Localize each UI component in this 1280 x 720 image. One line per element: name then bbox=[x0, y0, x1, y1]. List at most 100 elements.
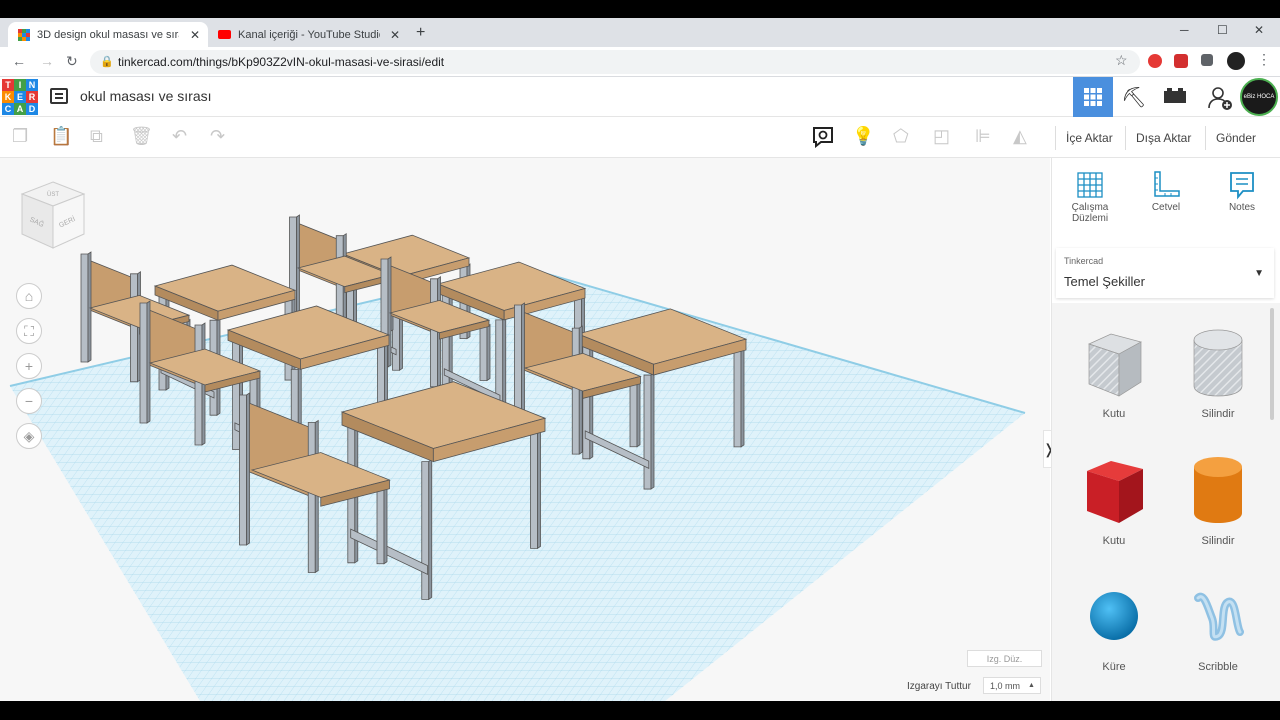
bench-leg[interactable] bbox=[629, 383, 638, 448]
pdf-extension-icon[interactable] bbox=[1174, 54, 1188, 68]
redo-icon[interactable]: ↷ bbox=[210, 126, 225, 147]
bench-post[interactable] bbox=[194, 324, 203, 446]
close-icon[interactable]: ✕ bbox=[190, 28, 200, 42]
align-icon[interactable]: ⊫ bbox=[975, 126, 991, 147]
bench-leg[interactable] bbox=[376, 488, 385, 565]
bench-post[interactable] bbox=[387, 256, 392, 368]
dropdown-caret-icon: ▼ bbox=[1254, 268, 1264, 279]
copy-icon[interactable]: ❐ bbox=[12, 126, 28, 147]
profile-icon[interactable] bbox=[1227, 52, 1245, 70]
extensions-puzzle-icon[interactable] bbox=[1201, 54, 1213, 66]
browser-tab-youtube[interactable]: Kanal içeriği - YouTube Studio ✕ bbox=[208, 22, 408, 47]
zoom-in-icon[interactable]: + bbox=[16, 353, 42, 379]
bench-post[interactable] bbox=[130, 273, 138, 383]
url-text: tinkercad.com/things/bKp903Z2vIN-okul-ma… bbox=[118, 55, 445, 69]
desk-leg[interactable] bbox=[733, 349, 742, 448]
home-view-icon[interactable]: ⌂ bbox=[16, 283, 42, 309]
send-button[interactable]: Gönder bbox=[1205, 126, 1266, 150]
bricks-icon[interactable] bbox=[1163, 85, 1187, 111]
shape-box[interactable]: Kutu bbox=[1064, 445, 1164, 547]
logo-letter: T bbox=[2, 79, 14, 91]
lightbulb-icon[interactable]: 💡 bbox=[852, 126, 874, 147]
bench-post[interactable] bbox=[146, 300, 151, 424]
desk-leg[interactable] bbox=[232, 339, 241, 451]
bench-post[interactable] bbox=[571, 327, 580, 455]
bench-leg[interactable] bbox=[479, 326, 488, 381]
duplicate-icon[interactable]: ⧉ bbox=[90, 126, 103, 147]
notes-tool[interactable]: Notes bbox=[1212, 168, 1272, 213]
ungroup-icon[interactable]: ◰ bbox=[933, 126, 950, 147]
edit-grid-button[interactable]: Izg. Düz. bbox=[967, 650, 1042, 667]
desk-leg[interactable] bbox=[643, 374, 652, 490]
bench-post[interactable] bbox=[296, 214, 300, 320]
cylinder-hole-icon bbox=[1168, 318, 1268, 408]
view-cube[interactable]: ÜST SAĞ GERİ bbox=[20, 180, 86, 250]
more-menu-icon[interactable]: ⋮ bbox=[1257, 51, 1271, 67]
zoom-out-icon[interactable]: − bbox=[16, 388, 42, 414]
import-button[interactable]: İçe Aktar bbox=[1055, 126, 1123, 150]
logo-letter: K bbox=[2, 91, 14, 103]
desk-leg[interactable] bbox=[530, 430, 538, 549]
reload-icon[interactable]: ↻ bbox=[66, 53, 78, 70]
bench-leg[interactable] bbox=[636, 381, 641, 448]
shape-sphere[interactable]: Küre bbox=[1064, 571, 1164, 673]
desk-leg[interactable] bbox=[421, 461, 430, 600]
shape-library-select[interactable]: Tinkercad Temel Şekiller ▼ bbox=[1056, 248, 1274, 298]
desk-leg[interactable] bbox=[537, 428, 541, 550]
workplane-tool[interactable]: Çalışma Düzlemi bbox=[1060, 168, 1120, 224]
bench-leg[interactable] bbox=[486, 323, 491, 382]
project-title[interactable]: okul masası ve sırası bbox=[80, 88, 212, 104]
bench-post[interactable] bbox=[87, 251, 92, 363]
perspective-icon[interactable]: ◈ bbox=[16, 423, 42, 449]
mirror-icon[interactable]: ◭ bbox=[1013, 126, 1027, 147]
export-button[interactable]: Dışa Aktar bbox=[1125, 126, 1201, 150]
shape-label: Kutu bbox=[1102, 408, 1126, 420]
desk-leg[interactable] bbox=[428, 458, 433, 601]
minimize-icon[interactable]: ─ bbox=[1180, 23, 1189, 37]
ruler-tool[interactable]: Cetvel bbox=[1136, 168, 1196, 213]
add-user-icon[interactable] bbox=[1207, 85, 1233, 117]
forward-icon[interactable]: → bbox=[40, 53, 54, 69]
comment-icon[interactable] bbox=[812, 126, 834, 153]
tinkercad-logo[interactable]: T I N K E R C A D bbox=[2, 79, 38, 115]
opera-extension-icon[interactable] bbox=[1148, 54, 1162, 68]
3d-scene[interactable] bbox=[0, 158, 1050, 701]
desk-leg[interactable] bbox=[650, 372, 655, 490]
pickaxe-icon[interactable]: ⛏ bbox=[1121, 85, 1146, 110]
design-list-icon[interactable] bbox=[50, 88, 68, 104]
paste-icon[interactable]: 📋 bbox=[50, 126, 72, 147]
shape-scribble[interactable]: Scribble bbox=[1168, 571, 1268, 673]
grid-snap-select[interactable]: 1,0 mm ▲ bbox=[983, 677, 1041, 694]
bench-post[interactable] bbox=[139, 302, 148, 424]
group-icon[interactable]: ⬠ bbox=[893, 126, 909, 147]
shape-box-hole[interactable]: Kutu bbox=[1064, 318, 1164, 420]
avatar[interactable]: eBiz HOCA bbox=[1240, 78, 1278, 116]
bench-post[interactable] bbox=[246, 392, 250, 546]
sphere-icon bbox=[1064, 571, 1164, 661]
workplane-viewport[interactable]: ÜST SAĞ GERİ ⌂ ⛶ + − ◈ Izg. Düz. Izgaray… bbox=[0, 158, 1050, 701]
shape-cylinder-hole[interactable]: Silindir bbox=[1168, 318, 1268, 420]
undo-icon[interactable]: ↶ bbox=[172, 126, 187, 147]
maximize-icon[interactable]: ☐ bbox=[1217, 23, 1228, 37]
bookmark-star-icon[interactable]: ☆ bbox=[1115, 52, 1128, 69]
back-icon[interactable]: ← bbox=[12, 53, 26, 69]
shape-cylinder[interactable]: Silindir bbox=[1168, 445, 1268, 547]
bench-post[interactable] bbox=[307, 422, 316, 573]
3d-view-grid-icon[interactable] bbox=[1073, 77, 1113, 117]
fit-view-icon[interactable]: ⛶ bbox=[16, 318, 42, 344]
browser-tab-tinkercad[interactable]: 3D design okul masası ve sırası | ✕ bbox=[8, 22, 208, 47]
close-icon[interactable]: ✕ bbox=[390, 28, 400, 42]
new-tab-icon[interactable]: + bbox=[416, 24, 425, 42]
window-close-icon[interactable]: ✕ bbox=[1254, 23, 1264, 37]
sidebar-scrollbar[interactable] bbox=[1270, 308, 1274, 420]
logo-letter: C bbox=[2, 103, 14, 115]
delete-icon[interactable]: 🗑 bbox=[130, 126, 153, 147]
bench-post[interactable] bbox=[239, 394, 247, 546]
logo-letter: A bbox=[14, 103, 26, 115]
bench-leg[interactable] bbox=[383, 486, 388, 565]
shape-label: Silindir bbox=[1201, 535, 1235, 547]
desk-leg[interactable] bbox=[740, 347, 745, 448]
bench-post[interactable] bbox=[80, 253, 89, 363]
bench-post[interactable] bbox=[430, 278, 438, 388]
url-field[interactable]: 🔒 tinkercad.com/things/bKp903Z2vIN-okul-… bbox=[90, 50, 1140, 74]
